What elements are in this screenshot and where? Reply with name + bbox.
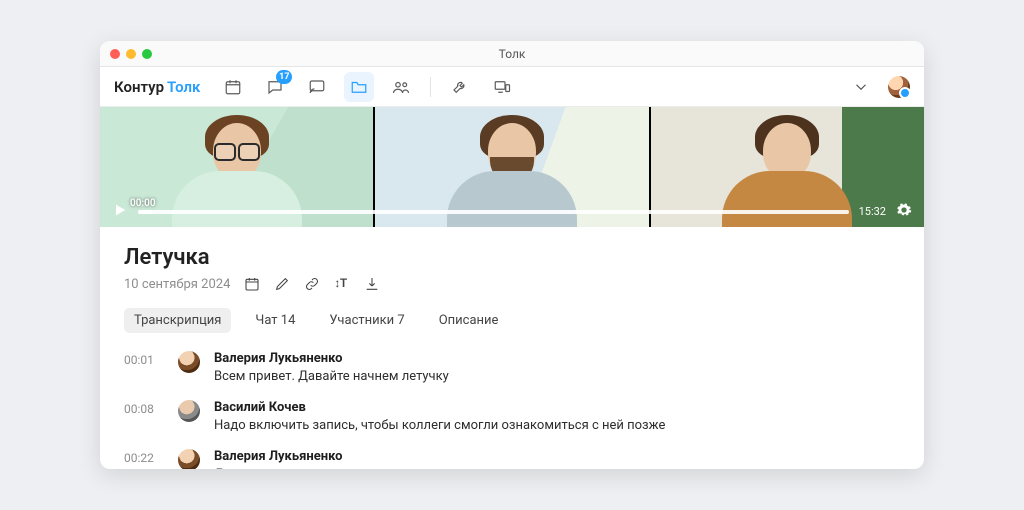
edit-button[interactable] [274, 276, 290, 292]
tab-transcription[interactable]: Транскрипция [124, 308, 231, 333]
titlebar: Толк [100, 41, 924, 67]
play-button[interactable] [112, 202, 128, 221]
content-tabs: Транскрипция Чат 14 Участники 7 Описание [124, 308, 900, 333]
entry-avatar [178, 449, 200, 469]
play-icon [112, 202, 128, 218]
meeting-content: Летучка 10 сентября 2024 ↕T Транскрипция… [100, 227, 924, 469]
devices-icon [493, 78, 511, 96]
brand-part2: Толк [167, 78, 200, 96]
download-button[interactable] [364, 276, 380, 292]
text-format-button[interactable]: ↕T [334, 276, 350, 292]
folder-icon [350, 78, 368, 96]
download-icon [364, 276, 380, 292]
entry-text: Да, уже [214, 467, 343, 469]
transcript-entry: 00:08 Василий Кочев Надо включить запись, … [124, 400, 900, 433]
entry-text: Надо включить запись, чтобы коллеги смог… [214, 418, 665, 433]
toolbar-separator [430, 77, 431, 97]
user-avatar[interactable] [888, 76, 910, 98]
entry-avatar [178, 351, 200, 373]
entry-timestamp[interactable]: 00:22 [124, 449, 164, 469]
meeting-date: 10 сентября 2024 [124, 277, 230, 292]
entry-speaker-name: Валерия Лукьяненко [214, 449, 343, 464]
entry-speaker-name: Василий Кочев [214, 400, 665, 415]
calendar-button[interactable] [218, 72, 248, 102]
calendar-icon [244, 276, 260, 292]
chat-button[interactable]: 17 [260, 72, 290, 102]
entry-text: Всем привет. Давайте начнем летучку [214, 369, 449, 384]
settings-button[interactable] [445, 72, 475, 102]
chat-badge: 17 [276, 70, 292, 84]
chevron-down-icon [852, 78, 870, 96]
transcript-entry: 00:01 Валерия Лукьяненко Всем привет. Дава… [124, 351, 900, 384]
link-icon [304, 276, 320, 292]
meeting-title: Летучка [124, 245, 900, 270]
seek-track[interactable] [138, 210, 849, 214]
entry-timestamp[interactable]: 00:08 [124, 400, 164, 433]
people-icon [392, 78, 410, 96]
wrench-icon [451, 78, 469, 96]
tab-description[interactable]: Описание [429, 308, 509, 333]
video-player: 00:00 15:32 [100, 107, 924, 227]
brand-part1: Контур [114, 78, 164, 96]
transcript-entry: 00:22 Валерия Лукьяненко Да, уже [124, 449, 900, 469]
meeting-meta-row: 10 сентября 2024 ↕T [124, 276, 900, 292]
brand-logo: Контур Толк [114, 78, 200, 96]
recordings-button[interactable] [344, 72, 374, 102]
main-toolbar: Контур Толк 17 [100, 67, 924, 107]
tab-participants[interactable]: Участники 7 [319, 308, 414, 333]
copy-link-button[interactable] [304, 276, 320, 292]
entry-avatar [178, 400, 200, 422]
app-window: Толк Контур Толк 17 [100, 41, 924, 469]
player-controls: 15:32 [100, 202, 924, 221]
participants-button[interactable] [386, 72, 416, 102]
account-menu-button[interactable] [846, 72, 876, 102]
calendar-icon [224, 78, 242, 96]
video-duration: 15:32 [859, 205, 886, 218]
player-settings-button[interactable] [896, 202, 912, 221]
gear-icon [896, 202, 912, 218]
cast-button[interactable] [302, 72, 332, 102]
schedule-button[interactable] [244, 276, 260, 292]
entry-speaker-name: Валерия Лукьяненко [214, 351, 449, 366]
window-title: Толк [100, 47, 924, 61]
pencil-icon [274, 276, 290, 292]
devices-button[interactable] [487, 72, 517, 102]
cast-icon [308, 78, 326, 96]
transcript-list: 00:01 Валерия Лукьяненко Всем привет. Дава… [124, 351, 900, 469]
entry-timestamp[interactable]: 00:01 [124, 351, 164, 384]
tab-chat[interactable]: Чат 14 [245, 308, 305, 333]
